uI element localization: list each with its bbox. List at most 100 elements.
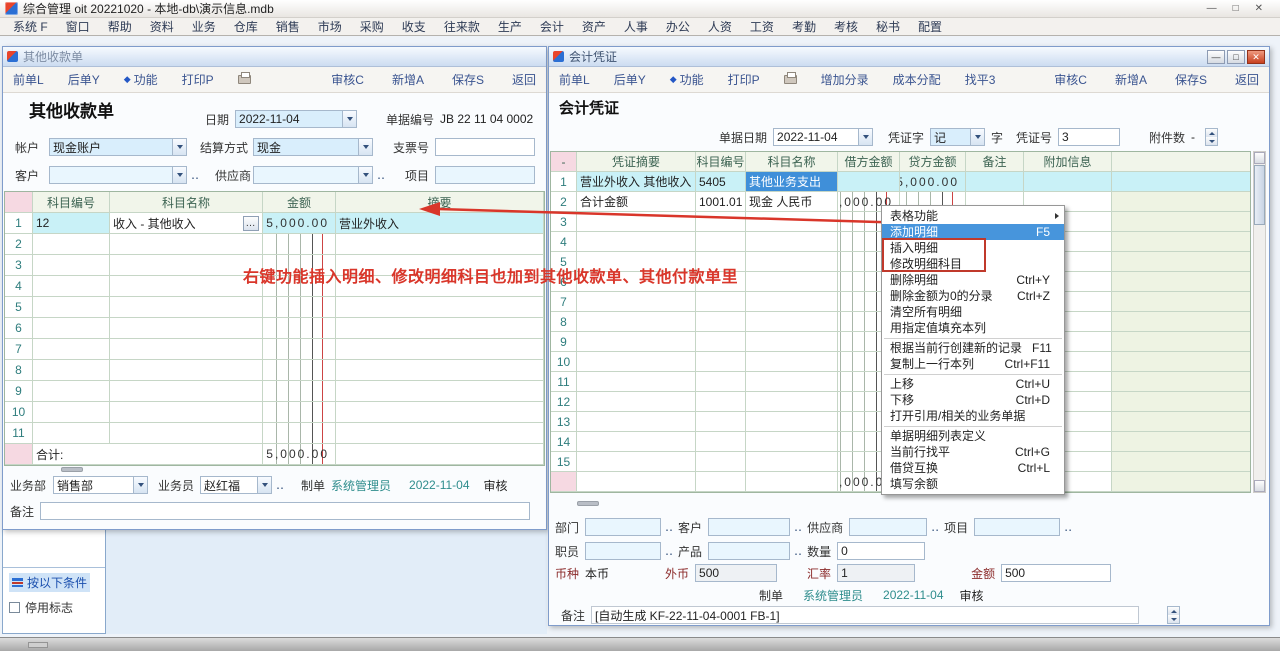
cell-code[interactable]: [696, 372, 746, 391]
cell-memo[interactable]: [336, 360, 544, 380]
cell-memo[interactable]: [336, 402, 544, 422]
dropdown-arrow-icon[interactable]: [172, 139, 186, 155]
panel-dept-input[interactable]: [585, 518, 661, 536]
menubar-item-5[interactable]: 仓库: [225, 18, 267, 35]
menubar-item-12[interactable]: 会计: [531, 18, 573, 35]
app-maximize-button[interactable]: □: [1233, 3, 1239, 14]
menubar-item-13[interactable]: 资产: [573, 18, 615, 35]
disabled-flag-checkbox[interactable]: 停用标志: [9, 599, 73, 616]
context-menu-item-7[interactable]: 用指定值填充本列: [882, 320, 1064, 336]
receipt-toolbar-left-item-3[interactable]: 打印P: [182, 71, 214, 88]
voucher-toolbar-right-item-0[interactable]: 审核C: [1054, 71, 1087, 88]
voucher-date-input[interactable]: 2022-11-04: [773, 128, 873, 146]
menubar-item-9[interactable]: 收支: [393, 18, 435, 35]
menubar-item-7[interactable]: 市场: [309, 18, 351, 35]
cell-code[interactable]: 12: [33, 213, 110, 233]
panel-supplier-input[interactable]: [849, 518, 927, 536]
dropdown-arrow-icon[interactable]: [172, 167, 186, 183]
filter-condition-item[interactable]: 按以下条件: [9, 573, 90, 592]
voucher-toolbar-left-item-4[interactable]: [784, 75, 797, 84]
customer-lookup-button[interactable]: ‥: [191, 168, 200, 182]
note-input[interactable]: [40, 502, 530, 520]
cell-memo[interactable]: [336, 297, 544, 317]
cell-code[interactable]: [696, 452, 746, 471]
cell-summary[interactable]: [577, 312, 696, 331]
cell-summary[interactable]: [577, 332, 696, 351]
cell-summary[interactable]: [577, 412, 696, 431]
calendar-dropdown-icon[interactable]: [858, 129, 872, 145]
menubar-item-17[interactable]: 工资: [741, 18, 783, 35]
context-menu-item-5[interactable]: 删除金额为0的分录Ctrl+Z: [882, 288, 1064, 304]
cell-name[interactable]: [746, 332, 838, 351]
foreign-input[interactable]: 500: [695, 564, 777, 582]
panel-customer-input[interactable]: [708, 518, 790, 536]
cell-summary[interactable]: [577, 372, 696, 391]
cell-code[interactable]: [33, 423, 110, 443]
cell-name[interactable]: [746, 352, 838, 371]
voucher-window-titlebar[interactable]: 会计凭证 — □ ✕: [549, 47, 1269, 67]
clerk-select[interactable]: 赵红福: [200, 476, 272, 494]
cell-summary[interactable]: [577, 432, 696, 451]
menubar-item-21[interactable]: 配置: [909, 18, 951, 35]
voucher-word-select[interactable]: 记: [930, 128, 985, 146]
cell-name[interactable]: [746, 392, 838, 411]
voucher-note-input[interactable]: [自动生成 KF-22-11-04-0001 FB-1]: [591, 606, 1139, 624]
vertical-scrollbar[interactable]: [1253, 151, 1266, 493]
context-menu-item-0[interactable]: 表格功能: [882, 208, 1064, 224]
cell-summary[interactable]: [577, 352, 696, 371]
menubar-item-6[interactable]: 销售: [267, 18, 309, 35]
settle-select[interactable]: 现金: [253, 138, 373, 156]
cell-name[interactable]: [110, 381, 263, 401]
customer-lookup-button[interactable]: ‥: [794, 520, 803, 534]
cell-summary[interactable]: [577, 232, 696, 251]
scroll-down-icon[interactable]: [1254, 480, 1265, 492]
cell-code[interactable]: [696, 412, 746, 431]
cell-amount[interactable]: [263, 381, 336, 401]
cell-name[interactable]: [110, 318, 263, 338]
cell-name[interactable]: [110, 255, 263, 275]
menubar-item-20[interactable]: 秘书: [867, 18, 909, 35]
cell-memo[interactable]: [336, 423, 544, 443]
receipt-toolbar-left-item-4[interactable]: [238, 75, 251, 84]
date-input[interactable]: 2022-11-04: [235, 110, 357, 128]
cell-name[interactable]: [746, 312, 838, 331]
cell-code[interactable]: [33, 318, 110, 338]
cell-name[interactable]: [746, 412, 838, 431]
context-menu-item-13[interactable]: 下移Ctrl+D: [882, 392, 1064, 408]
cell-extra[interactable]: [1024, 172, 1112, 191]
account-select[interactable]: 现金账户: [49, 138, 187, 156]
scroll-thumb[interactable]: [1254, 165, 1265, 225]
cell-code[interactable]: 1001.01: [696, 192, 746, 211]
panel-qty-input[interactable]: 0: [837, 542, 925, 560]
cell-amount[interactable]: [263, 402, 336, 422]
cell-name[interactable]: [110, 423, 263, 443]
receipt-toolbar-right-item-0[interactable]: 审核C: [331, 71, 364, 88]
menubar-item-15[interactable]: 办公: [657, 18, 699, 35]
app-minimize-button[interactable]: —: [1207, 3, 1217, 14]
cell-code[interactable]: [696, 332, 746, 351]
cell-code[interactable]: [696, 232, 746, 251]
menubar-item-10[interactable]: 往来款: [435, 18, 489, 35]
cell-credit[interactable]: 5,000.00: [900, 172, 966, 191]
cell-summary[interactable]: [577, 212, 696, 231]
dept-lookup-button[interactable]: ‥: [665, 520, 674, 534]
project-input[interactable]: [435, 166, 535, 184]
menubar-item-19[interactable]: 考核: [825, 18, 867, 35]
voucher-toolbar-right-item-2[interactable]: 保存S: [1175, 71, 1207, 88]
product-lookup-button[interactable]: ‥: [794, 544, 803, 558]
voucher-toolbar-left-item-5[interactable]: 增加分录: [821, 71, 869, 88]
account-lookup-button[interactable]: …: [243, 216, 259, 231]
cell-code[interactable]: [696, 312, 746, 331]
voucher-toolbar-left-item-7[interactable]: 找平3: [965, 71, 996, 88]
scroll-up-icon[interactable]: [1254, 152, 1265, 164]
cell-name[interactable]: [110, 360, 263, 380]
cell-code[interactable]: 5405: [696, 172, 746, 191]
cell-code[interactable]: [33, 255, 110, 275]
cell-memo[interactable]: [336, 234, 544, 254]
attach-spinner[interactable]: [1205, 128, 1218, 146]
cell-code[interactable]: [33, 339, 110, 359]
voucher-toolbar-left-item-3[interactable]: 打印P: [728, 71, 760, 88]
voucher-toolbar-left-item-0[interactable]: 前单L: [559, 71, 590, 88]
cell-amount[interactable]: [263, 339, 336, 359]
window-minimize-button[interactable]: —: [1207, 50, 1225, 64]
